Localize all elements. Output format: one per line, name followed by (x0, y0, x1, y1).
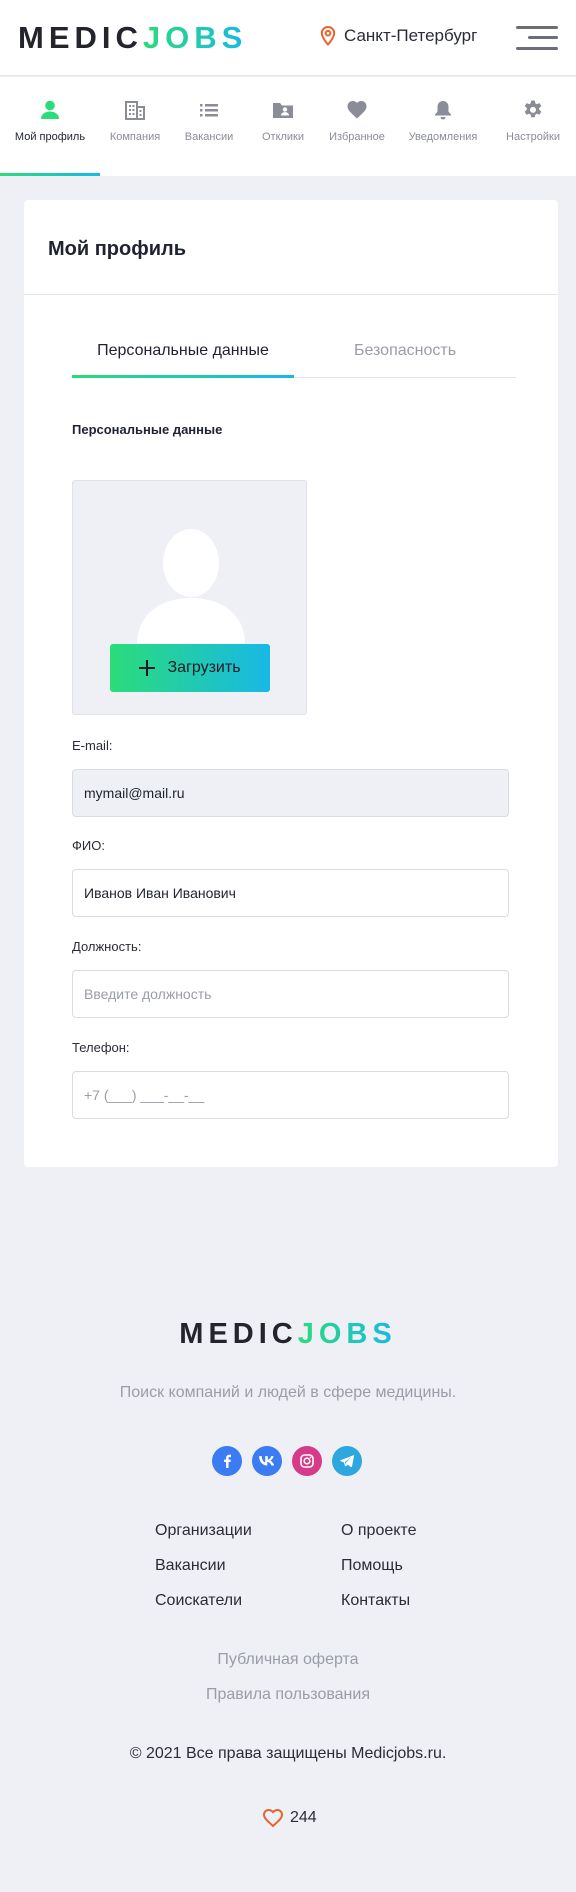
footer-links-left: Организации Вакансии Соискатели (155, 1522, 252, 1610)
nav-item-favorites[interactable]: Избранное (318, 77, 396, 176)
nav-item-settings[interactable]: Настройки (490, 77, 576, 176)
nav-item-notifications[interactable]: Уведомления (396, 77, 490, 176)
list-icon (200, 104, 218, 117)
footer-tagline: Поиск компаний и людей в сфере медицины. (119, 1384, 457, 1401)
profile-nav: Мой профиль Компания Вакансии Отклики Из… (0, 77, 576, 176)
page-title: Мой профиль (24, 200, 558, 295)
tab-security[interactable]: Безопасность (294, 340, 516, 377)
footer-logo-part-medic: MEDIC (179, 1318, 298, 1350)
plus-icon (139, 660, 156, 676)
section-title: Персональные данные (72, 422, 223, 437)
likes-counter[interactable]: 244 (262, 1808, 317, 1828)
gear-icon (524, 100, 542, 118)
logo-part-medic: MEDIC (18, 20, 143, 55)
nav-item-responses[interactable]: Отклики (248, 77, 318, 176)
footer-logo-part-jobs: JOBS (297, 1318, 397, 1350)
upload-button[interactable]: Загрузить (110, 644, 270, 692)
nav-item-my-profile[interactable]: Мой профиль (0, 77, 100, 176)
upload-button-label: Загрузить (167, 659, 241, 676)
social-links (212, 1446, 362, 1476)
telegram-icon[interactable] (332, 1446, 362, 1476)
copyright: © 2021 Все права защищены Medicjobs.ru. (129, 1745, 447, 1762)
fio-label: ФИО: (72, 838, 105, 853)
vk-icon[interactable] (252, 1446, 282, 1476)
nav-item-label: Уведомления (408, 131, 478, 143)
position-field[interactable] (72, 970, 509, 1018)
avatar-upload-area[interactable]: Загрузить (72, 480, 307, 715)
nav-item-label: Избранное (329, 131, 385, 143)
footer-link-public-offer[interactable]: Публичная оферта (0, 1651, 576, 1669)
heart-icon (347, 101, 367, 119)
footer-link-help[interactable]: Помощь (341, 1557, 416, 1575)
email-field[interactable] (72, 769, 509, 817)
bell-icon (435, 101, 451, 120)
nav-item-label: Настройки (506, 131, 560, 143)
footer-link-terms[interactable]: Правила пользования (0, 1686, 576, 1704)
city-name: Санкт-Петербург (344, 26, 478, 45)
instagram-icon[interactable] (292, 1446, 322, 1476)
site-header: MEDICJOBS Санкт-Петербург (0, 0, 576, 76)
location-pin-icon (320, 26, 336, 46)
building-icon (125, 101, 145, 120)
logo[interactable]: MEDICJOBS (18, 22, 247, 54)
hamburger-menu-icon[interactable] (516, 24, 558, 52)
nav-item-label: Мой профиль (14, 131, 86, 143)
logo-part-jobs: JOBS (142, 20, 248, 55)
footer-logo[interactable]: MEDICJOBS (0, 1318, 576, 1351)
nav-item-label: Вакансии (184, 131, 234, 143)
fio-field[interactable] (72, 869, 509, 917)
tab-personal-data[interactable]: Персональные данные (72, 340, 294, 378)
footer-link-applicants[interactable]: Соискатели (155, 1592, 252, 1610)
profile-tabs: Персональные данные Безопасность (72, 340, 516, 378)
likes-count: 244 (290, 1809, 317, 1826)
footer-link-contacts[interactable]: Контакты (341, 1592, 416, 1610)
nav-item-company[interactable]: Компания (100, 77, 170, 176)
footer-link-organizations[interactable]: Организации (155, 1522, 252, 1540)
nav-item-label: Компания (109, 131, 161, 143)
phone-label: Телефон: (72, 1040, 130, 1055)
email-label: E-mail: (72, 738, 113, 753)
facebook-icon[interactable] (212, 1446, 242, 1476)
heart-outline-icon (262, 1808, 284, 1828)
phone-field[interactable] (72, 1071, 509, 1119)
position-label: Должность: (72, 939, 142, 954)
footer-link-about[interactable]: О проекте (341, 1522, 416, 1540)
person-icon (41, 100, 59, 119)
folder-user-icon (273, 103, 293, 118)
profile-card: Мой профиль Персональные данные Безопасн… (24, 200, 558, 1167)
nav-item-label: Отклики (261, 131, 305, 143)
city-selector[interactable]: Санкт-Петербург (320, 26, 477, 46)
nav-item-vacancies[interactable]: Вакансии (170, 77, 248, 176)
footer-links-right: О проекте Помощь Контакты (341, 1522, 416, 1610)
footer-link-vacancies[interactable]: Вакансии (155, 1557, 252, 1575)
